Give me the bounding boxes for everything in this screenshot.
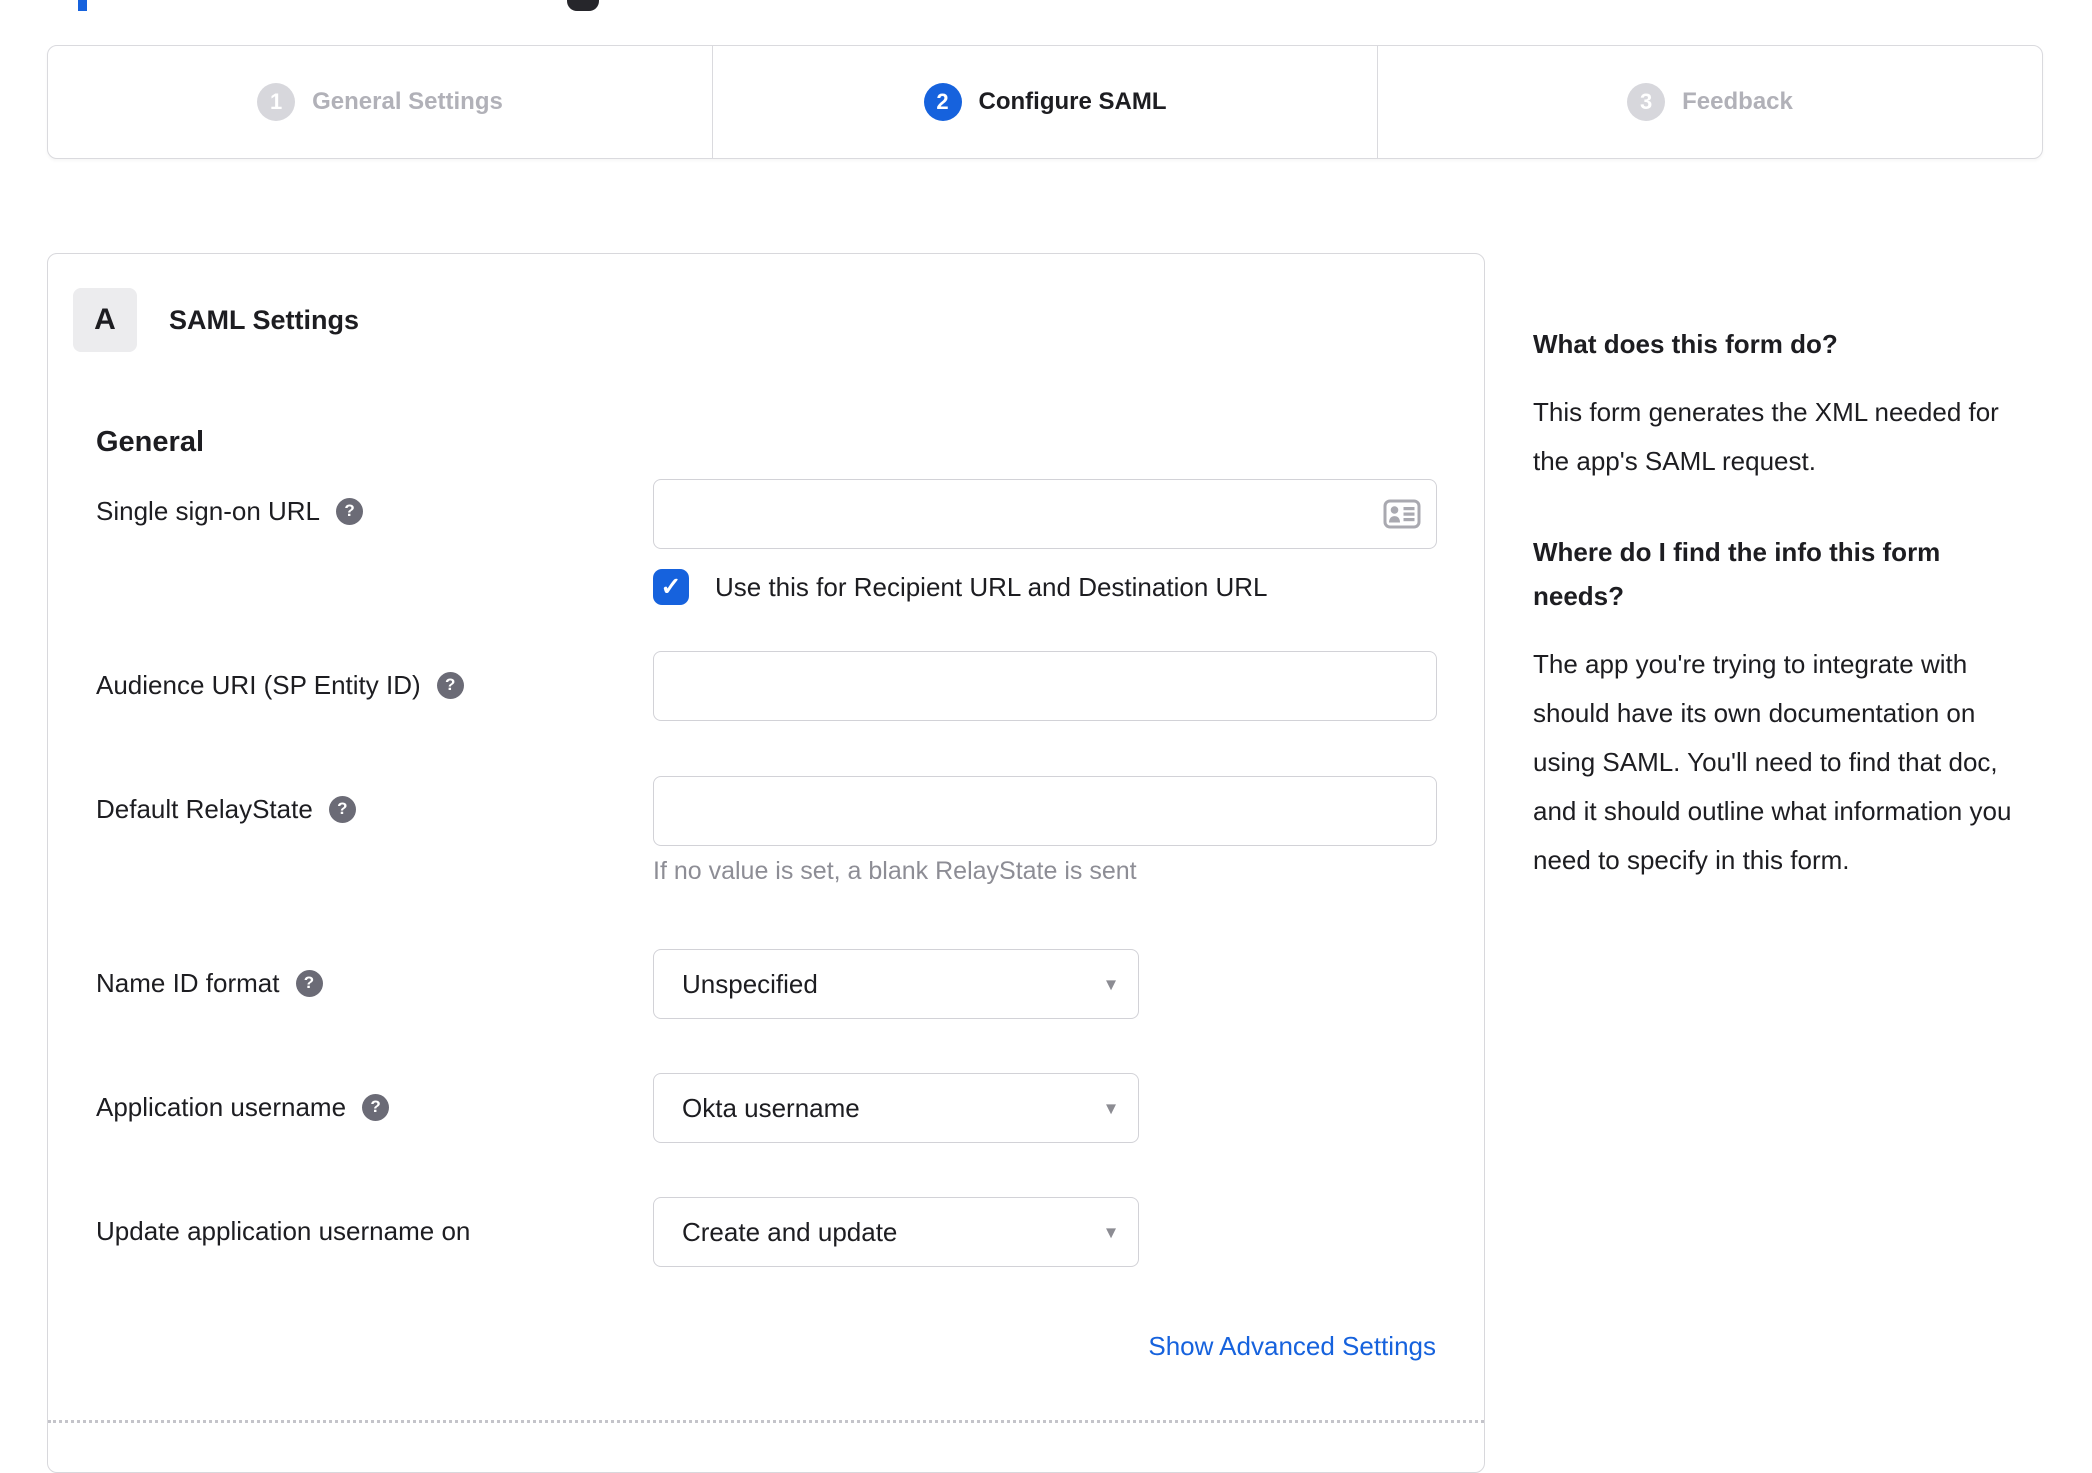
caret-down-icon: ▾ xyxy=(1105,973,1116,996)
audience-uri-input-wrap xyxy=(653,651,1437,721)
sso-url-label-row: Single sign-on URL ? xyxy=(96,493,364,529)
cropped-header-icon-fragment xyxy=(567,0,599,11)
audience-uri-label: Audience URI (SP Entity ID) xyxy=(96,669,421,700)
nameid-format-label: Name ID format xyxy=(96,967,280,998)
general-group-heading: General xyxy=(96,426,204,458)
help-question-1: What does this form do? xyxy=(1533,329,1838,359)
sso-url-input[interactable] xyxy=(653,479,1437,549)
dashed-section-divider xyxy=(48,1420,1484,1423)
recipient-url-checkbox[interactable]: ✓ xyxy=(653,569,689,605)
relaystate-input[interactable] xyxy=(653,776,1437,846)
relaystate-label: Default RelayState xyxy=(96,793,313,824)
audience-uri-input[interactable] xyxy=(653,651,1437,721)
help-icon[interactable]: ? xyxy=(295,969,323,997)
help-sidebar: What does this form do? This form genera… xyxy=(1533,322,2038,929)
help-icon[interactable]: ? xyxy=(436,671,464,699)
section-header: A SAML Settings xyxy=(73,288,359,352)
help-question-2: Where do I find the info this form needs… xyxy=(1533,537,1941,611)
help-answer-2: The app you're trying to integrate with … xyxy=(1533,649,2012,875)
app-username-label: Application username xyxy=(96,1091,347,1122)
step-number-badge: 2 xyxy=(923,83,962,121)
nameid-format-value: Unspecified xyxy=(682,968,818,999)
help-icon[interactable]: ? xyxy=(336,497,364,525)
app-username-label-row: Application username ? xyxy=(96,1089,390,1125)
nameid-format-select[interactable]: Unspecified ▾ xyxy=(653,949,1139,1019)
caret-down-icon: ▾ xyxy=(1105,1221,1116,1244)
section-letter-badge: A xyxy=(73,288,137,352)
check-icon: ✓ xyxy=(660,573,682,601)
saml-settings-card: A SAML Settings General Single sign-on U… xyxy=(47,253,1485,1473)
step-number-badge: 1 xyxy=(257,83,296,121)
relaystate-helper-text: If no value is set, a blank RelayState i… xyxy=(653,857,1137,885)
show-advanced-settings-link[interactable]: Show Advanced Settings xyxy=(1148,1331,1436,1362)
step-feedback[interactable]: 3 Feedback xyxy=(1377,46,2042,158)
relaystate-label-row: Default RelayState ? xyxy=(96,791,356,827)
help-icon[interactable]: ? xyxy=(328,795,356,823)
caret-down-icon: ▾ xyxy=(1105,1097,1116,1120)
help-icon[interactable]: ? xyxy=(362,1093,390,1121)
step-label: General Settings xyxy=(312,88,503,115)
contact-card-icon[interactable] xyxy=(1383,499,1421,529)
step-number-badge: 3 xyxy=(1627,83,1666,121)
recipient-url-checkbox-label: Use this for Recipient URL and Destinati… xyxy=(715,571,1268,602)
cropped-header-fragment xyxy=(78,0,87,11)
step-label: Configure SAML xyxy=(978,88,1167,115)
step-label: Feedback xyxy=(1682,88,1793,115)
audience-uri-label-row: Audience URI (SP Entity ID) ? xyxy=(96,667,464,703)
nameid-format-label-row: Name ID format ? xyxy=(96,965,323,1001)
section-title: SAML Settings xyxy=(169,304,360,335)
help-answer-1: This form generates the XML needed for t… xyxy=(1533,397,1999,476)
update-username-label-row: Update application username on xyxy=(96,1213,470,1249)
wizard-stepper: 1 General Settings 2 Configure SAML 3 Fe… xyxy=(47,45,2043,159)
recipient-url-checkbox-row: ✓ Use this for Recipient URL and Destina… xyxy=(653,569,1268,605)
sso-url-label: Single sign-on URL xyxy=(96,495,321,526)
app-username-value: Okta username xyxy=(682,1092,860,1123)
update-username-value: Create and update xyxy=(682,1216,898,1247)
update-username-label: Update application username on xyxy=(96,1215,471,1246)
sso-url-input-wrap xyxy=(653,479,1437,549)
step-configure-saml[interactable]: 2 Configure SAML xyxy=(712,46,1377,158)
app-username-select[interactable]: Okta username ▾ xyxy=(653,1073,1139,1143)
step-general-settings[interactable]: 1 General Settings xyxy=(48,46,712,158)
relaystate-input-wrap xyxy=(653,776,1437,846)
update-username-select[interactable]: Create and update ▾ xyxy=(653,1197,1139,1267)
